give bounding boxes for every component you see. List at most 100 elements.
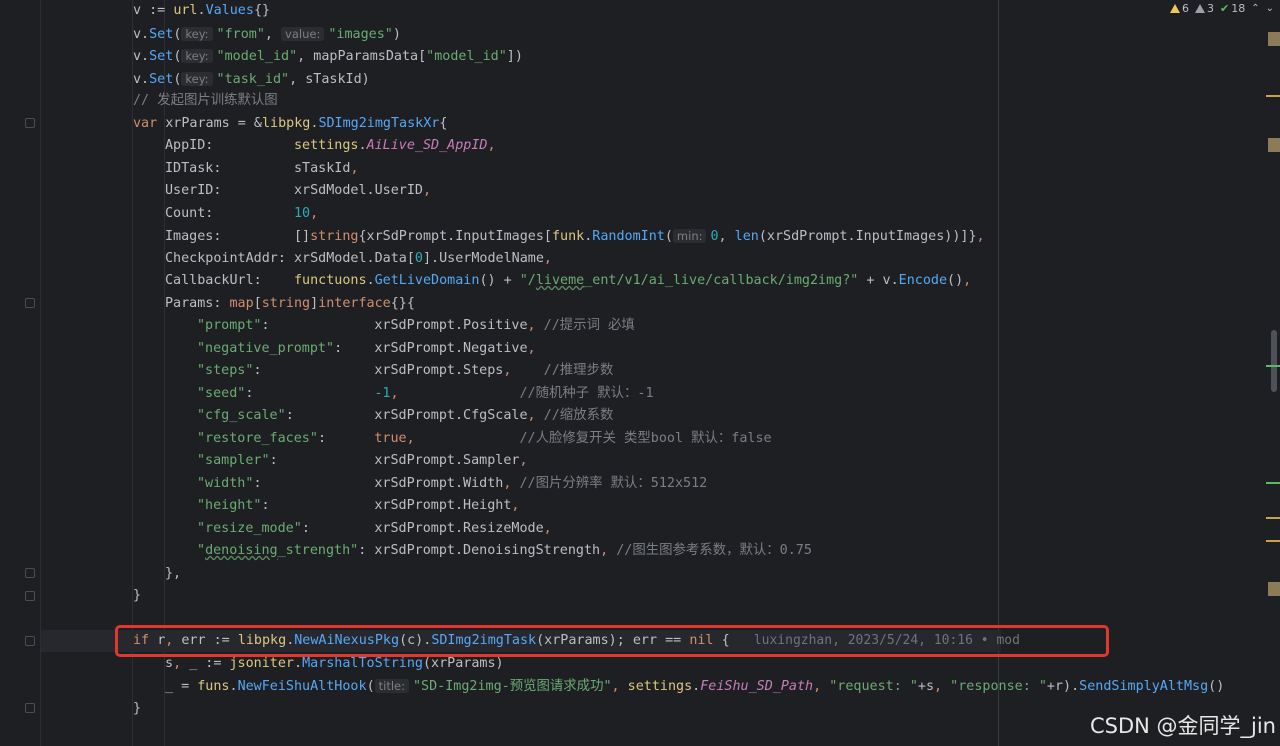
scrollbar-thumb[interactable] <box>1271 330 1277 392</box>
code-token: AiLive_SD_AppID <box>366 138 488 153</box>
code-line[interactable]: } <box>133 585 141 607</box>
code-token: , <box>976 229 985 244</box>
code-token: : xrSdPrompt.ResizeMode <box>301 520 544 536</box>
code-line[interactable]: "resize_mode": xrSdPrompt.ResizeMode, <box>197 518 552 540</box>
scroll-marker <box>1266 95 1280 97</box>
editor-scrollbar[interactable] <box>1266 20 1280 746</box>
code-line[interactable]: Count: 10, <box>165 203 318 225</box>
code-token: "SD-Img2img-预览图请求成功" <box>412 679 612 694</box>
code-token: v. <box>133 71 150 87</box>
code-line[interactable]: v := url.Values{} <box>133 0 270 22</box>
code-line[interactable]: "steps": xrSdPrompt.Steps, //推理步数 <box>197 360 613 382</box>
code-token: . <box>229 679 238 694</box>
code-token: Set <box>149 49 174 64</box>
warnings-indicator[interactable]: 6 <box>1170 2 1189 15</box>
code-token: var <box>133 115 166 131</box>
code-token: . <box>294 655 303 671</box>
code-token: , <box>543 250 552 266</box>
code-line[interactable]: "height": xrSdPrompt.Height, <box>197 495 519 517</box>
scroll-marker <box>1266 365 1280 367</box>
ok-indicator[interactable]: ✔ 18 <box>1220 2 1245 15</box>
code-token: 0 <box>710 229 719 244</box>
code-line[interactable]: CheckpointAddr: xrSdModel.Data[0].UserMo… <box>165 248 552 270</box>
code-token: -1 <box>374 385 391 401</box>
weak-warnings-indicator[interactable]: 3 <box>1195 2 1214 15</box>
chevron-down-icon[interactable]: ⌄ <box>1266 3 1274 14</box>
code-token: , <box>527 408 544 423</box>
code-token: RandomInt <box>592 229 665 244</box>
code-line[interactable]: v.Set(key: "model_id", mapParamsData["mod… <box>133 45 523 67</box>
code-token: "width" <box>197 475 254 491</box>
code-token: "steps" <box>197 363 254 378</box>
code-token: Images: [] <box>165 229 311 244</box>
watermark: CSDN @金同学_jin <box>1089 714 1276 738</box>
code-line[interactable]: Images: []string{xrSdPrompt.InputImages[… <box>165 225 985 247</box>
code-token: xrParams = & <box>165 115 262 131</box>
code-line[interactable]: var xrParams = &libpkg.SDImg2imgTaskXr{ <box>133 113 447 135</box>
code-token: , <box>813 679 830 694</box>
code-token: 10 <box>294 205 311 221</box>
code-token: //图生图参考系数，默认：0.75 <box>616 543 812 558</box>
code-line[interactable]: }, <box>165 563 181 585</box>
code-line[interactable]: "restore_faces": true, //人脸修复开关 类型bool 默… <box>197 428 772 450</box>
code-token: "height" <box>197 498 262 513</box>
code-token: Count: <box>165 205 294 221</box>
code-token: () + <box>479 273 520 288</box>
code-token: libpkg <box>262 115 311 131</box>
scroll-marker <box>1266 517 1280 519</box>
warning-icon <box>1170 3 1180 13</box>
code-token: string <box>310 229 359 244</box>
code-line[interactable]: "seed": -1, //随机种子 默认：-1 <box>197 383 654 405</box>
code-token: + v. <box>858 273 899 288</box>
code-token: +s <box>917 679 935 694</box>
code-token: key: <box>181 26 213 41</box>
code-line[interactable]: // 发起图片训练默认图 <box>133 90 278 112</box>
code-token: , <box>527 318 544 333</box>
code-token: GetLiveDomain <box>374 273 480 288</box>
code-line[interactable]: "sampler": xrSdPrompt.Sampler, <box>197 450 528 472</box>
code-line[interactable]: "negative_prompt": xrSdPrompt.Negative, <box>197 338 536 360</box>
code-token: len <box>734 229 759 244</box>
code-token: "sampler" <box>197 453 270 468</box>
code-token: , <box>519 453 528 468</box>
code-token: () <box>1208 679 1225 694</box>
code-token: {xrSdPrompt.InputImages[ <box>358 229 552 244</box>
code-line[interactable]: v.Set(key: "task_id", sTaskId) <box>133 68 370 90</box>
code-token: , <box>611 679 628 694</box>
code-token: funs <box>197 679 230 694</box>
code-line[interactable]: IDTask: sTaskId, <box>165 158 359 180</box>
code-token: key: <box>181 49 213 63</box>
code-line[interactable]: "width": xrSdPrompt.Width, //图片分辨率 默认：51… <box>197 473 707 495</box>
code-token: }, <box>165 565 182 581</box>
code-line[interactable]: Params: map[string]interface{}{ <box>165 293 415 315</box>
code-token: "seed" <box>197 385 246 401</box>
inspection-status[interactable]: 6 3 ✔ 18 ⌃ ⌄ <box>1170 0 1280 16</box>
code-line[interactable]: "prompt": xrSdPrompt.Positive, //提示词 必填 <box>197 315 635 337</box>
code-token: ]) <box>506 49 523 64</box>
code-token: {} <box>253 3 271 18</box>
code-token: , <box>963 273 972 288</box>
code-token: "cfg_scale" <box>197 408 286 423</box>
code-token: Values <box>205 3 254 18</box>
code-token: , <box>487 138 496 153</box>
chevron-up-icon[interactable]: ⌃ <box>1251 3 1259 14</box>
code-line[interactable]: AppID: settings.AiLive_SD_AppID, <box>165 135 496 157</box>
code-token: "model_id" <box>426 49 507 64</box>
code-token: , <box>543 520 552 536</box>
code-token: { <box>439 115 448 131</box>
scroll-marker <box>1266 482 1280 484</box>
code-token: CallbackUrl: <box>165 273 294 288</box>
code-token: , <box>264 26 282 42</box>
code-line[interactable]: _ = funs.NewFeiShuAltHook(title: "SD-Img2… <box>165 675 1224 697</box>
code-token: _ent/v1/ai_live/callback/img2img?" <box>584 273 859 288</box>
code-line[interactable]: "denoising_strength": xrSdPrompt.Denoisi… <box>197 540 812 562</box>
code-line[interactable]: UserID: xrSdModel.UserID, <box>165 180 431 202</box>
code-line[interactable]: "cfg_scale": xrSdPrompt.CfgScale, //缩放系数 <box>197 405 613 427</box>
code-token: "resize_mode" <box>197 520 302 536</box>
code-token: ) <box>392 26 401 42</box>
code-line[interactable]: } <box>133 698 141 720</box>
code-token: UserID: xrSdModel.UserID <box>165 183 423 198</box>
code-line[interactable]: v.Set(key: "from", value: "images") <box>133 23 401 45</box>
code-line[interactable]: CallbackUrl: functuons.GetLiveDomain() +… <box>165 270 971 292</box>
code-token: . <box>366 273 375 288</box>
